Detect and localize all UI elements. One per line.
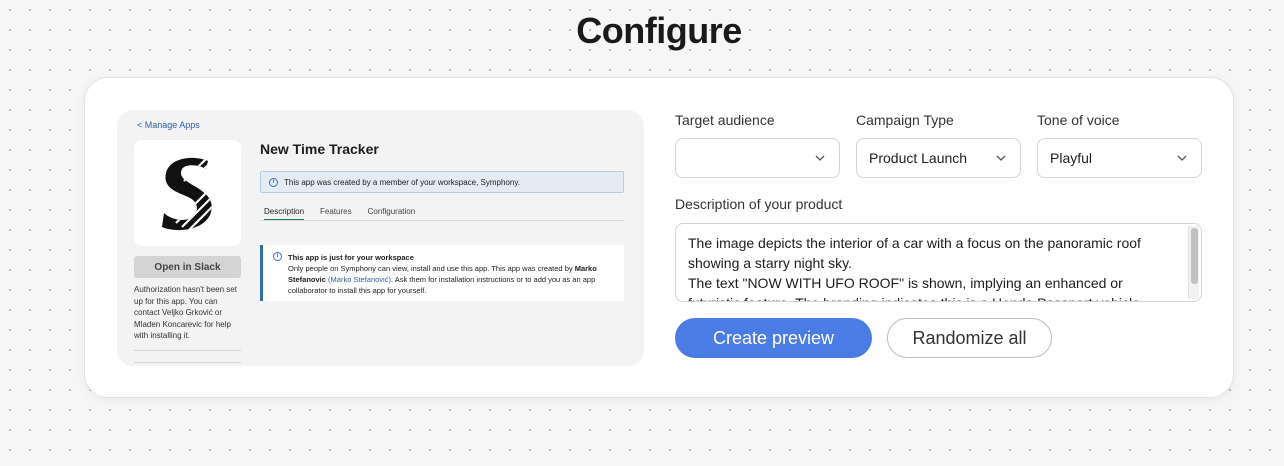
- symphony-logo-icon: [161, 157, 212, 231]
- page-title: Configure: [576, 10, 742, 51]
- tone-of-voice-label: Tone of voice: [1037, 112, 1120, 128]
- authorization-note: Authorization hasn't been set up for thi…: [134, 285, 237, 340]
- description-scrollbar[interactable]: [1188, 226, 1199, 299]
- info-banner-text: This app was created by a member of your…: [284, 177, 520, 187]
- creator-link[interactable]: (Marko Stefanović): [328, 275, 391, 284]
- notice-title: This app is just for your workspace: [288, 253, 414, 262]
- workspace-notice: i This app is just for your workspace On…: [260, 245, 624, 301]
- chevron-down-icon: [815, 155, 825, 161]
- target-audience-label: Target audience: [675, 112, 775, 128]
- configure-card: < Manage Apps Open in Slack Authorizatio…: [84, 77, 1234, 398]
- target-audience-select[interactable]: [675, 138, 840, 178]
- create-preview-button[interactable]: Create preview: [675, 318, 872, 358]
- campaign-type-label: Campaign Type: [856, 112, 954, 128]
- tab-features[interactable]: Features: [320, 207, 352, 221]
- open-in-slack-button[interactable]: Open in Slack: [134, 256, 241, 278]
- description-text: The image depicts the interior of a car …: [688, 233, 1178, 301]
- manage-apps-link[interactable]: < Manage Apps: [137, 120, 200, 130]
- scrollbar-thumb[interactable]: [1191, 228, 1198, 284]
- app-logo: [134, 140, 241, 246]
- divider: [134, 362, 241, 363]
- info-icon: i: [273, 252, 282, 261]
- app-title: New Time Tracker: [260, 141, 379, 157]
- campaign-type-value: Product Launch: [869, 150, 968, 166]
- divider: [134, 350, 241, 351]
- campaign-type-select[interactable]: Product Launch: [856, 138, 1021, 178]
- description-line: The image depicts the interior of a car …: [688, 235, 1141, 271]
- tone-of-voice-select[interactable]: Playful: [1037, 138, 1202, 178]
- chevron-down-icon: [996, 155, 1006, 161]
- info-icon: i: [269, 177, 278, 187]
- description-line: The text "NOW WITH UFO ROOF" is shown, i…: [688, 275, 1144, 301]
- tab-description[interactable]: Description: [264, 207, 305, 221]
- randomize-all-button[interactable]: Randomize all: [887, 318, 1052, 358]
- tab-configuration[interactable]: Configuration: [368, 207, 416, 221]
- notice-text: This app is just for your workspace Only…: [288, 252, 616, 301]
- description-textarea[interactable]: The image depicts the interior of a car …: [675, 223, 1202, 302]
- app-tabs: Description Features Configuration: [264, 207, 415, 221]
- description-label: Description of your product: [675, 196, 843, 212]
- notice-body: Only people on Symphony can view, instal…: [288, 264, 575, 273]
- info-banner: i This app was created by a member of yo…: [260, 171, 624, 193]
- app-preview: < Manage Apps Open in Slack Authorizatio…: [117, 110, 644, 366]
- tabs-divider: [260, 220, 624, 221]
- chevron-down-icon: [1177, 155, 1187, 161]
- tone-of-voice-value: Playful: [1050, 150, 1093, 166]
